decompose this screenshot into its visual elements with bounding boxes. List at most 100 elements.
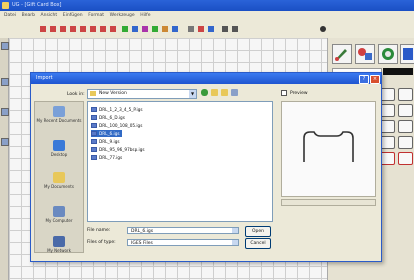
file-name: DRL_9.igs [99, 139, 120, 144]
file-name-input[interactable]: DRL_6.igs [127, 227, 239, 234]
target-tool-icon[interactable] [380, 152, 395, 165]
file-item[interactable]: DRL_77.igs [91, 154, 124, 161]
tool-icon[interactable] [100, 26, 106, 32]
tool-icon[interactable] [70, 26, 76, 32]
menu-item[interactable]: Ansicht [41, 13, 58, 18]
pie-tool-icon[interactable] [380, 136, 395, 149]
menu-item[interactable]: Werkzeuge [110, 13, 135, 18]
file-item[interactable]: DRL_1_2_3_4_5_P.igs [91, 106, 145, 113]
menu-item[interactable]: Einfügen [63, 13, 83, 18]
tool-icon[interactable] [208, 26, 214, 32]
file-item[interactable]: DRL_9.igs [91, 138, 122, 145]
tool-icon[interactable] [172, 26, 178, 32]
shapes-icon[interactable] [355, 44, 375, 64]
arc-tool-icon[interactable] [380, 104, 395, 117]
tool-icon[interactable] [110, 26, 116, 32]
tool-icon[interactable] [80, 26, 86, 32]
file-icon [91, 139, 97, 144]
place-my-computer[interactable]: My Computer [35, 206, 83, 223]
place-my-documents[interactable]: My Documents [35, 172, 83, 189]
tool-icon[interactable] [142, 26, 148, 32]
menubar: Datei Bearb Ansicht Einfügen Format Werk… [0, 11, 414, 20]
place-recent-documents[interactable]: My Recent Documents [35, 106, 83, 123]
file-name: DRL_1_2_3_4_5_P.igs [99, 107, 143, 112]
look-in-value: New Version [99, 91, 127, 96]
app-titlebar: UG - [Gift Card Box] [0, 0, 414, 11]
help-icon[interactable]: ? [359, 75, 369, 84]
back-icon[interactable] [201, 89, 208, 96]
menu-item[interactable]: Hilfe [140, 13, 150, 18]
file-list[interactable]: DRL_1_2_3_4_5_P.igs DRL_6_D.igs DRL_100_… [87, 101, 273, 222]
chevron-down-icon[interactable] [232, 240, 238, 245]
place-label: My Documents [44, 184, 74, 189]
new-folder-icon[interactable] [221, 89, 228, 96]
circle-tool-icon[interactable] [380, 88, 395, 101]
file-name: DRL_95_96_97bsp.igs [99, 147, 145, 152]
place-label: My Computer [45, 218, 73, 223]
place-network[interactable]: My Network [35, 236, 83, 253]
tool-icon[interactable] [198, 26, 204, 32]
my-documents-icon [53, 172, 65, 183]
menu-item[interactable]: Datei [4, 13, 16, 18]
rounded-rect-tool-icon[interactable] [398, 104, 413, 117]
menu-item[interactable]: Bearb [22, 13, 35, 18]
network-icon [53, 236, 65, 247]
tool-icon[interactable] [90, 26, 96, 32]
tool-icon[interactable] [232, 26, 238, 32]
up-folder-icon[interactable] [211, 89, 218, 96]
place-desktop[interactable]: Desktop [35, 140, 83, 157]
tool-icon[interactable] [188, 26, 194, 32]
tool-icon[interactable] [122, 26, 128, 32]
triangle-tool-icon[interactable] [398, 152, 413, 165]
file-name: DRL_6.igs [99, 131, 120, 136]
file-icon [91, 123, 97, 128]
menu-item[interactable]: Format [88, 13, 104, 18]
preview-pane [281, 101, 376, 197]
close-icon[interactable]: × [370, 75, 380, 84]
chevron-down-icon[interactable] [232, 228, 238, 233]
my-computer-icon [53, 206, 65, 217]
places-bar: My Recent Documents Desktop My Documents… [34, 101, 84, 253]
tool-icon[interactable] [320, 26, 326, 32]
ellipse-tool-icon[interactable] [398, 88, 413, 101]
tool-icon[interactable] [60, 26, 66, 32]
toolbar [0, 20, 414, 39]
polygon-tool-icon[interactable] [380, 120, 395, 133]
color-icon[interactable] [400, 44, 414, 64]
tool-icon[interactable] [132, 26, 138, 32]
cancel-button[interactable]: Cancel [245, 238, 271, 249]
dialog-titlebar[interactable]: Import ? × [31, 73, 381, 84]
side-tool-button[interactable] [1, 42, 9, 50]
tool-icon[interactable] [222, 26, 228, 32]
file-name: DRL_100_108_05.igs [99, 123, 143, 128]
side-tool-button[interactable] [1, 78, 9, 86]
file-name-value: DRL_6.igs [131, 229, 154, 234]
dialog-title: Import [36, 75, 53, 81]
color-swatch[interactable] [383, 68, 413, 75]
side-tool-button[interactable] [1, 108, 9, 116]
file-item-selected[interactable]: DRL_6.igs [91, 130, 122, 137]
view-menu-icon[interactable] [231, 89, 238, 96]
rect-tool-icon[interactable] [398, 136, 413, 149]
curve-tool-icon[interactable] [398, 120, 413, 133]
tool-icon[interactable] [162, 26, 168, 32]
tool-icon[interactable] [152, 26, 158, 32]
app-title: UG - [Gift Card Box] [12, 2, 62, 8]
preview-checkbox[interactable] [281, 90, 287, 96]
left-tool-strip [0, 38, 9, 280]
tool-icon[interactable] [40, 26, 46, 32]
open-button[interactable]: Open [245, 226, 271, 237]
chevron-down-icon[interactable]: ▼ [189, 90, 196, 98]
file-item[interactable]: DRL_100_108_05.igs [91, 122, 144, 129]
file-item[interactable]: DRL_6_D.igs [91, 114, 127, 121]
tool-icon[interactable] [50, 26, 56, 32]
look-in-select[interactable]: New Version ▼ [87, 89, 197, 99]
file-icon [91, 155, 97, 160]
place-label: Desktop [50, 152, 68, 157]
layers-icon[interactable] [378, 44, 398, 64]
side-tool-button[interactable] [1, 138, 9, 146]
brush-icon[interactable] [332, 44, 352, 64]
folder-icon [90, 91, 96, 96]
file-item[interactable]: DRL_95_96_97bsp.igs [91, 146, 147, 153]
file-type-select[interactable]: IGES Files [127, 239, 239, 246]
